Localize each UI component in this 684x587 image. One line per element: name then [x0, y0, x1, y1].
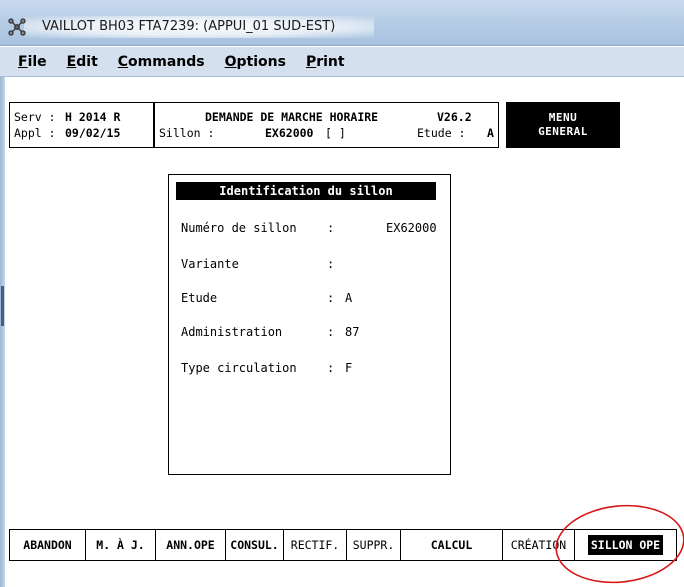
fkey-mise-a-jour-label: M. À J. [96, 538, 145, 552]
type-circulation-value[interactable]: F [345, 361, 352, 375]
fkey-rectif-label: RECTIF. [290, 538, 340, 552]
fkey-creation-label: CRÉATION [510, 538, 567, 552]
menu-print[interactable]: Print [306, 54, 345, 70]
variante-colon: : [327, 257, 335, 271]
etude-field-colon: : [327, 291, 335, 305]
menu-options-label: ptions [236, 53, 286, 70]
identification-title: Identification du sillon [176, 182, 436, 200]
type-circulation-label: Type circulation [181, 361, 297, 375]
sillon-label: Sillon : [159, 126, 215, 140]
fkey-calcul-label: CALCUL [430, 538, 473, 552]
function-key-bar: ABANDON M. À J. ANN.OPE CONSUL. RECTIF. … [9, 529, 677, 561]
type-circulation-colon: : [327, 361, 335, 375]
menu-edit[interactable]: Edit [67, 54, 98, 70]
menu-options[interactable]: Options [225, 54, 286, 70]
numero-sillon-label: Numéro de sillon [181, 221, 297, 235]
menu-print-label: rint [316, 53, 345, 70]
fkey-creation[interactable]: CRÉATION [503, 530, 575, 560]
menu-general-line1: MENU [548, 111, 578, 124]
fkey-calcul[interactable]: CALCUL [401, 530, 503, 560]
window-left-border [0, 77, 5, 587]
header-main-panel: DEMANDE DE MARCHE HORAIRE V26.2 Sillon :… [154, 102, 499, 148]
menu-edit-mnemonic: E [66, 53, 77, 70]
menu-general-line2: GENERAL [538, 125, 588, 138]
etude-field-label: Etude [181, 291, 218, 305]
serv-value: H 2014 R [65, 110, 121, 124]
menu-file-label: ile [27, 53, 47, 70]
window-title: VAILLOT BH03 FTA7239: (APPUI_01 SUD-EST) [42, 19, 336, 34]
appl-label: Appl : [14, 126, 56, 140]
administration-value[interactable]: 87 [345, 325, 359, 339]
etude-field-value[interactable]: A [345, 291, 352, 305]
menu-file-mnemonic: F [18, 53, 28, 70]
fkey-consul[interactable]: CONSUL. [226, 530, 284, 560]
numero-sillon-value[interactable]: EX62000 [386, 221, 437, 235]
fkey-consul-label: CONSUL. [230, 538, 279, 552]
window-left-marker [1, 286, 4, 326]
fkey-abandon[interactable]: ABANDON [10, 530, 86, 560]
etude-label: Etude : [417, 126, 466, 140]
version-label: V26.2 [437, 110, 472, 124]
administration-label: Administration [181, 325, 283, 339]
window-titlebar: VAILLOT BH03 FTA7239: (APPUI_01 SUD-EST) [0, 0, 684, 46]
page-title: DEMANDE DE MARCHE HORAIRE [205, 110, 379, 124]
fkey-mise-a-jour[interactable]: M. À J. [86, 530, 156, 560]
menu-bar: File Edit Commands Options Print [0, 47, 684, 77]
fkey-suppr[interactable]: SUPPR. [347, 530, 401, 560]
administration-colon: : [327, 325, 335, 339]
menu-commands-mnemonic: C [117, 53, 129, 70]
etude-value: A [487, 126, 494, 140]
fkey-ann-ope-label: ANN.OPE [166, 538, 215, 552]
menu-commands-label: ommands [128, 53, 205, 70]
sillon-value: EX62000 [265, 126, 314, 140]
appl-value: 09/02/15 [65, 126, 121, 140]
fkey-suppr-label: SUPPR. [352, 538, 395, 552]
app-icon[interactable] [6, 16, 28, 38]
fkey-sillon-ope[interactable]: SILLON OPE [575, 530, 676, 560]
fkey-abandon-label: ABANDON [23, 538, 72, 552]
fkey-rectif[interactable]: RECTIF. [284, 530, 347, 560]
numero-sillon-colon: : [327, 221, 335, 235]
fkey-sillon-ope-label: SILLON OPE [587, 535, 664, 555]
header-server-panel: Serv : H 2014 R Appl : 09/02/15 [9, 102, 154, 148]
menu-options-mnemonic: O [224, 53, 237, 70]
menu-edit-label: dit [76, 53, 98, 70]
menu-commands[interactable]: Commands [118, 54, 205, 70]
menu-print-mnemonic: P [305, 53, 317, 70]
sillon-bracket[interactable]: [ ] [325, 126, 346, 140]
menu-general-button[interactable]: MENU GENERAL [506, 102, 620, 148]
fkey-ann-ope[interactable]: ANN.OPE [156, 530, 226, 560]
menu-file[interactable]: File [18, 54, 47, 70]
serv-label: Serv : [14, 110, 56, 124]
variante-label: Variante [181, 257, 239, 271]
